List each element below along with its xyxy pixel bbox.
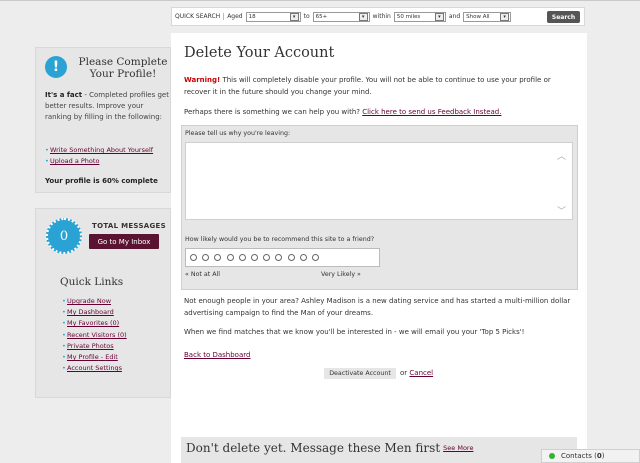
rating-radio[interactable] (190, 254, 197, 261)
my-profile-link[interactable]: My Profile (67, 353, 99, 361)
warning-label: Warning! (184, 76, 221, 84)
recent-visitors-link[interactable]: Recent Visitors (0) (62, 330, 127, 341)
warning-text: Warning! This will completely disable yo… (184, 74, 579, 98)
profile-fact-text: It's a fact - Completed profiles get bet… (45, 90, 169, 123)
top-border (0, 0, 640, 1)
quick-links-title: Quick Links (60, 276, 124, 288)
my-dashboard-link[interactable]: My Dashboard (62, 307, 127, 318)
chevron-down-icon: ▾ (358, 12, 368, 21)
rating-radio[interactable] (287, 254, 295, 261)
reason-textarea[interactable]: ︿ ﹀ (185, 142, 573, 220)
to-label: to (303, 13, 310, 20)
feedback-form: Please tell us why you're leaving: ︿ ﹀ H… (181, 125, 578, 290)
rating-radio[interactable] (250, 254, 258, 261)
distance-value: 50 miles (396, 13, 421, 20)
rating-radio[interactable] (299, 254, 307, 261)
reason-label: Please tell us why you're leaving: (185, 130, 291, 137)
distance-select[interactable]: 50 miles ▾ (393, 11, 446, 22)
page-title: Delete Your Account (184, 45, 335, 61)
scale-high-label: Very Likely » (321, 271, 361, 278)
cancel-link[interactable]: Cancel (409, 369, 433, 377)
messages-panel: 0 TOTAL MESSAGES Go to My Inbox Quick Li… (35, 208, 171, 398)
account-settings-link[interactable]: Account Settings (62, 363, 127, 374)
search-button[interactable]: Search (547, 11, 580, 23)
age-to-value: 65+ (315, 13, 328, 20)
scale-low-label: « Not at All (185, 271, 221, 278)
rating-radio[interactable] (226, 254, 234, 261)
rating-radio[interactable] (275, 254, 283, 261)
rating-radio[interactable] (214, 254, 222, 261)
write-about-yourself-link[interactable]: Write Something About Yourself (45, 145, 153, 156)
show-value: Show All (466, 13, 490, 20)
age-to-select[interactable]: 65+ ▾ (312, 11, 370, 22)
quick-search-bar: QUICK SEARCH Aged 18 ▾ to 65+ ▾ within 5… (171, 7, 585, 26)
quick-search-label: QUICK SEARCH (175, 13, 225, 20)
rating-radio[interactable] (202, 254, 210, 261)
contacts-widget[interactable]: Contacts (0) (541, 449, 640, 463)
show-select[interactable]: Show All ▾ (463, 11, 512, 22)
edit-profile-link[interactable]: Edit (105, 353, 118, 361)
scroll-up-icon[interactable]: ︿ (557, 149, 566, 162)
rating-radio[interactable] (311, 254, 319, 261)
upload-photo-link[interactable]: Upload a Photo (45, 156, 153, 167)
scroll-down-icon[interactable]: ﹀ (557, 204, 566, 217)
recommend-label: How likely would you be to recommend thi… (185, 236, 375, 243)
message-suggestions-bar: Don't delete yet. Message these Men firs… (181, 437, 577, 463)
go-to-inbox-button[interactable]: Go to My Inbox (89, 234, 159, 249)
rating-radio[interactable] (263, 254, 271, 261)
recommend-rating (185, 248, 380, 267)
profile-task-list: Write Something About Yourself Upload a … (45, 145, 153, 167)
help-body: Perhaps there is something we can help y… (184, 108, 363, 116)
feedback-link[interactable]: Click here to send us Feedback Instead. (362, 108, 501, 116)
contacts-close-paren: ) (601, 452, 605, 460)
help-text: Perhaps there is something we can help y… (184, 106, 579, 118)
age-from-select[interactable]: 18 ▾ (245, 11, 301, 22)
contacts-label: Contacts ( (561, 452, 597, 460)
private-photos-link[interactable]: Private Photos (62, 341, 127, 352)
rating-radio[interactable] (238, 254, 246, 261)
online-status-icon (549, 453, 555, 459)
profile-complete-status: Your profile is 60% complete (45, 177, 158, 185)
promo-text: Not enough people in your area? Ashley M… (184, 297, 571, 317)
main-content: Delete Your Account Warning! This will c… (171, 33, 587, 463)
fact-bold: It's a fact (45, 91, 83, 99)
chevron-down-icon: ▾ (500, 12, 510, 21)
suggestions-title: Don't delete yet. Message these Men firs… (186, 441, 473, 455)
profile-panel-title: Please Complete Your Profile! (78, 56, 168, 80)
quick-links-list: Upgrade Now My Dashboard My Favorites (0… (62, 296, 127, 374)
see-more-link[interactable]: See More (443, 444, 473, 452)
cancel-group: or Cancel (400, 368, 433, 379)
back-to-dashboard-link[interactable]: Back to Dashboard (184, 349, 250, 361)
message-count-badge: 0 (46, 218, 82, 254)
deactivate-account-button[interactable]: Deactivate Account (324, 368, 396, 379)
total-messages-label: TOTAL MESSAGES (92, 222, 166, 230)
exclamation-icon: ! (45, 56, 67, 78)
my-profile-item: My Profile - Edit (62, 352, 127, 363)
and-label: and (448, 13, 461, 20)
upgrade-now-link[interactable]: Upgrade Now (62, 296, 127, 307)
age-from-value: 18 (248, 13, 256, 20)
within-label: within (372, 13, 391, 20)
my-favorites-link[interactable]: My Favorites (0) (62, 318, 127, 329)
chevron-down-icon: ▾ (434, 12, 444, 21)
chevron-down-icon: ▾ (289, 12, 299, 21)
aged-label: Aged (227, 13, 243, 20)
match-text: When we find matches that we know you'll… (184, 328, 525, 336)
warning-body: This will completely disable your profil… (184, 76, 551, 96)
profile-completion-panel: ! Please Complete Your Profile! It's a f… (35, 47, 171, 193)
or-label: or (400, 369, 408, 377)
suggestions-title-text: Don't delete yet. Message these Men firs… (186, 441, 441, 455)
